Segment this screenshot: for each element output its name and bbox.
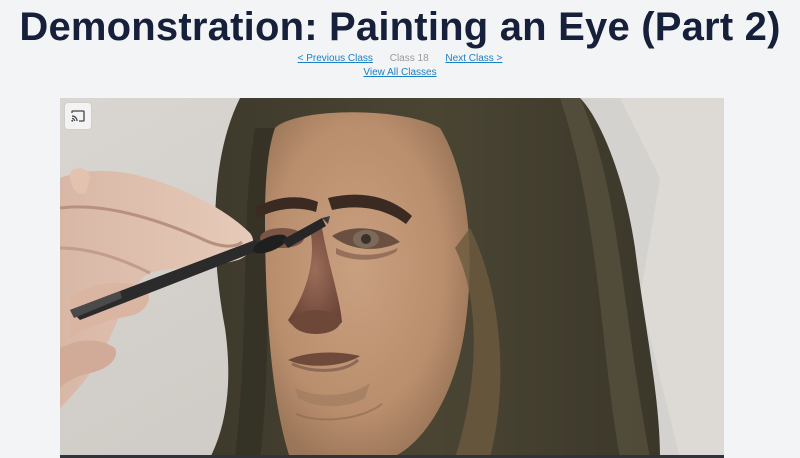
page-title: Demonstration: Painting an Eye (Part 2) [19, 5, 781, 49]
current-class-label: Class 18 [389, 53, 429, 64]
video-frame[interactable] [60, 98, 724, 458]
all-classes-row: View All Classes [0, 66, 800, 79]
previous-class-link[interactable]: < Previous Class [298, 53, 373, 64]
view-all-classes-link[interactable]: View All Classes [363, 67, 436, 78]
next-class-link[interactable]: Next Class > [445, 53, 502, 64]
video-player[interactable] [60, 98, 724, 458]
cast-icon [71, 110, 85, 122]
class-navigation: < Previous Class Class 18 Next Class > [0, 52, 800, 65]
cast-button[interactable] [65, 103, 91, 129]
